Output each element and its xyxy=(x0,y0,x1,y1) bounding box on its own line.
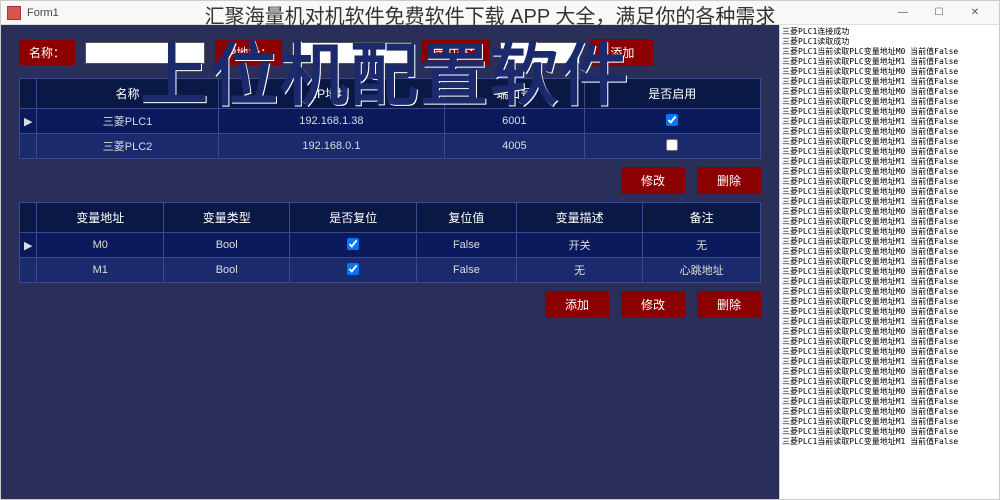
table-row[interactable]: ▶M0BoolFalse开关无 xyxy=(20,233,761,258)
col-port: 端口号 xyxy=(445,79,584,109)
ip-label: IP地址： xyxy=(215,40,282,65)
app-window: Form1 — ☐ ✕ 名称： IP地址： 端口号： 添加 名称 IP地址 端 xyxy=(0,0,1000,500)
modify-button[interactable]: 修改 xyxy=(621,167,685,194)
col-type: 变量类型 xyxy=(163,203,290,233)
log-panel[interactable]: 三菱PLC1连接成功三菱PLC1读取成功三菱PLC1当前读取PLC变量地址M0 … xyxy=(779,25,999,499)
table-row[interactable]: ▶三菱PLC1192.168.1.386001 xyxy=(20,109,761,134)
col-remark: 备注 xyxy=(643,203,761,233)
table-row[interactable]: 三菱PLC2192.168.0.14005 xyxy=(20,134,761,159)
col-ip: IP地址 xyxy=(218,79,445,109)
maximize-button[interactable]: ☐ xyxy=(921,2,957,24)
table-row[interactable]: M1BoolFalse无心跳地址 xyxy=(20,258,761,283)
col-desc: 变量描述 xyxy=(516,203,643,233)
window-title: Form1 xyxy=(27,7,59,19)
delete-button[interactable]: 删除 xyxy=(697,167,761,194)
page-overlay-title: 汇聚海量机对机软件免费软件下载 APP 大全，满足你的各种需求 xyxy=(130,0,850,29)
enable-checkbox[interactable] xyxy=(666,139,678,151)
col-reset: 是否复位 xyxy=(290,203,417,233)
col-resetval: 复位值 xyxy=(416,203,516,233)
variable-table[interactable]: 变量地址 变量类型 是否复位 复位值 变量描述 备注 ▶M0BoolFalse开… xyxy=(19,202,761,283)
minimize-button[interactable]: — xyxy=(885,2,921,24)
ip-input[interactable] xyxy=(292,42,412,64)
plc-table[interactable]: 名称 IP地址 端口号 是否启用 ▶三菱PLC1192.168.1.386001… xyxy=(19,78,761,159)
name-label: 名称： xyxy=(19,40,75,65)
app-icon xyxy=(7,6,21,20)
port-input[interactable] xyxy=(500,42,580,64)
add-button[interactable]: 添加 xyxy=(590,39,654,66)
col-enabled: 是否启用 xyxy=(584,79,760,109)
port-label: 端口号： xyxy=(422,40,490,65)
main-panel: 名称： IP地址： 端口号： 添加 名称 IP地址 端口号 是否启用 ▶三菱PL… xyxy=(1,25,779,499)
var-modify-button[interactable]: 修改 xyxy=(621,291,685,318)
var-delete-button[interactable]: 删除 xyxy=(697,291,761,318)
var-add-button[interactable]: 添加 xyxy=(545,291,609,318)
col-name: 名称 xyxy=(37,79,218,109)
close-button[interactable]: ✕ xyxy=(957,2,993,24)
enable-checkbox[interactable] xyxy=(666,114,678,126)
reset-checkbox[interactable] xyxy=(347,263,359,275)
col-addr: 变量地址 xyxy=(37,203,164,233)
name-input[interactable] xyxy=(85,42,205,64)
input-row: 名称： IP地址： 端口号： 添加 xyxy=(19,39,761,66)
reset-checkbox[interactable] xyxy=(347,238,359,250)
